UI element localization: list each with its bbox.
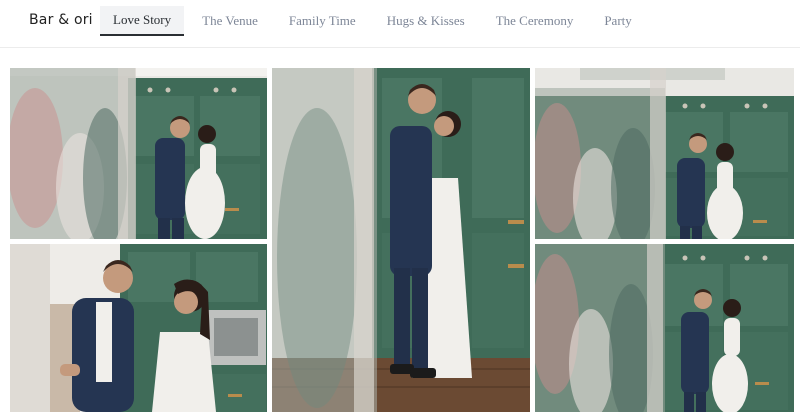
tab-family-time[interactable]: Family Time xyxy=(276,6,369,36)
gallery-photo[interactable] xyxy=(10,68,267,239)
gallery-photo[interactable] xyxy=(535,68,794,239)
tab-party[interactable]: Party xyxy=(591,6,644,36)
site-brand[interactable]: Bar & ori xyxy=(29,12,93,28)
couple-photo-image xyxy=(535,68,794,239)
tab-hugs-and-kisses[interactable]: Hugs & Kisses xyxy=(374,6,478,36)
gallery-photo[interactable] xyxy=(272,68,530,412)
couple-photo-image xyxy=(10,244,267,412)
gallery-photo[interactable] xyxy=(535,244,794,412)
gallery-photo[interactable] xyxy=(10,244,267,412)
top-navigation-bar: Bar & ori Love Story The Venue Family Ti… xyxy=(0,0,800,48)
couple-photo-image xyxy=(272,68,530,412)
gallery-tabs: Love Story The Venue Family Time Hugs & … xyxy=(100,6,650,38)
couple-photo-image xyxy=(10,68,267,239)
tab-love-story[interactable]: Love Story xyxy=(100,6,185,36)
tab-the-ceremony[interactable]: The Ceremony xyxy=(483,6,587,36)
photo-gallery xyxy=(10,68,794,412)
couple-photo-image xyxy=(535,244,794,412)
tab-the-venue[interactable]: The Venue xyxy=(189,6,271,36)
